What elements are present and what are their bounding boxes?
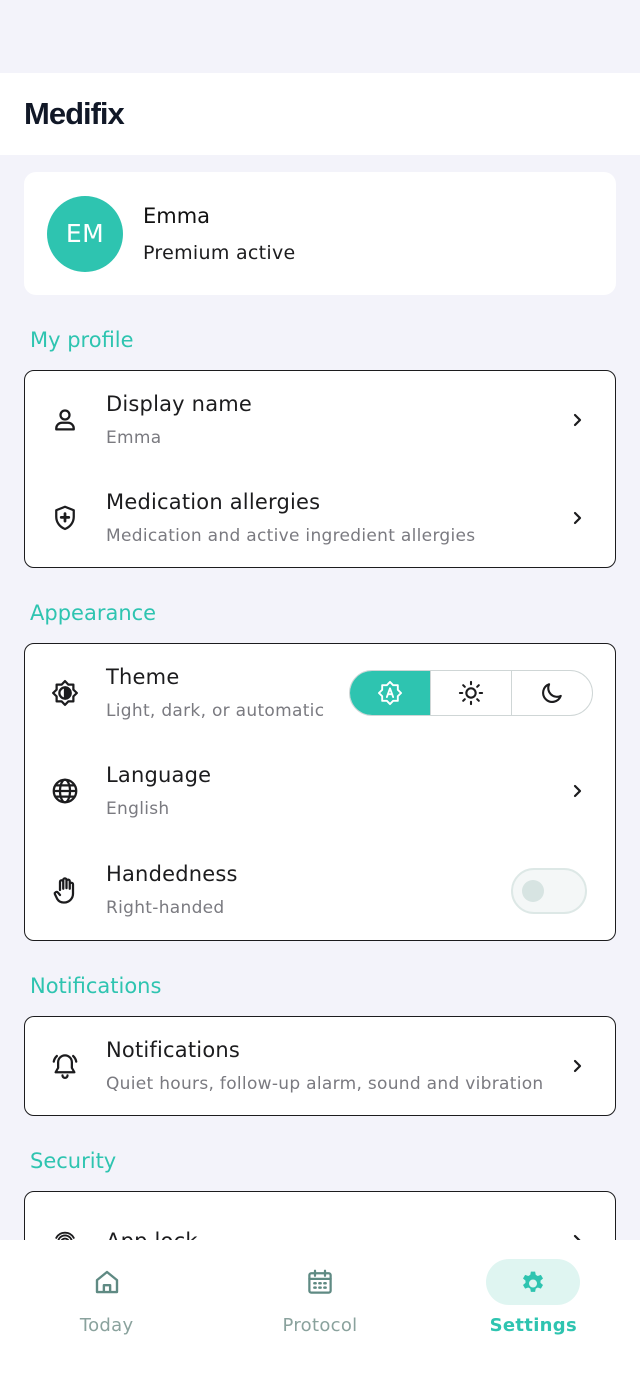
hand-icon xyxy=(48,873,82,907)
profile-name: Emma xyxy=(143,203,211,228)
profile-status: Premium active xyxy=(143,241,296,264)
language-row[interactable]: Language English xyxy=(25,742,615,840)
app-title: Medifix xyxy=(24,96,125,131)
chevron-right-icon xyxy=(567,1231,587,1240)
app-header: Medifix xyxy=(0,73,640,155)
medication-allergies-row[interactable]: Medication allergies Medication and acti… xyxy=(25,469,615,567)
globe-icon xyxy=(48,774,82,808)
profile-card[interactable]: EM Emma Premium active xyxy=(24,172,616,295)
calendar-icon xyxy=(308,1269,332,1294)
language-label: Language xyxy=(106,763,212,787)
brightness-icon xyxy=(48,676,82,710)
nav-today-pill xyxy=(60,1259,154,1305)
notifications-row[interactable]: Notifications Quiet hours, follow-up ala… xyxy=(25,1017,615,1115)
my-profile-group: Display name Emma Medication allergies M… xyxy=(24,370,616,568)
nav-today-label: Today xyxy=(79,1315,134,1336)
medication-allergies-sub: Medication and active ingredient allergi… xyxy=(106,526,476,546)
toggle-knob xyxy=(522,880,544,902)
nav-today[interactable]: Today xyxy=(0,1240,213,1391)
avatar: EM xyxy=(47,195,123,272)
security-group: App lock xyxy=(24,1191,616,1240)
notifications-label: Notifications xyxy=(106,1038,241,1062)
notifications-group: Notifications Quiet hours, follow-up ala… xyxy=(24,1016,616,1116)
moon-icon xyxy=(542,683,562,703)
app-lock-row[interactable]: App lock xyxy=(25,1192,615,1240)
chevron-right-icon xyxy=(567,410,587,430)
chevron-right-icon xyxy=(567,781,587,801)
handedness-toggle[interactable] xyxy=(511,868,587,914)
section-title-appearance: Appearance xyxy=(30,601,157,625)
home-icon xyxy=(95,1270,118,1294)
shield-plus-icon xyxy=(48,501,82,535)
display-name-row[interactable]: Display name Emma xyxy=(25,371,615,469)
bell-ring-icon xyxy=(48,1049,82,1083)
gear-icon xyxy=(523,1271,544,1292)
section-title-notifications: Notifications xyxy=(30,974,162,998)
bottom-navigation: Today Protocol Settings xyxy=(0,1240,640,1391)
settings-scroll-area[interactable]: EM Emma Premium active My profile Displa… xyxy=(0,155,640,1240)
display-name-label: Display name xyxy=(106,392,253,416)
handedness-row: Handedness Right-handed xyxy=(25,840,615,940)
nav-settings-pill xyxy=(486,1259,581,1305)
nav-protocol[interactable]: Protocol xyxy=(213,1240,426,1391)
section-title-security: Security xyxy=(30,1149,117,1173)
fingerprint-icon xyxy=(48,1224,82,1240)
app-lock-label: App lock xyxy=(106,1229,567,1240)
theme-auto-option[interactable] xyxy=(350,671,431,715)
section-title-my-profile: My profile xyxy=(30,328,134,352)
medication-allergies-label: Medication allergies xyxy=(106,490,321,514)
nav-protocol-pill xyxy=(273,1259,367,1305)
notifications-sub: Quiet hours, follow-up alarm, sound and … xyxy=(106,1074,544,1094)
chevron-right-icon xyxy=(567,508,587,528)
profile-text: Emma Premium active xyxy=(143,204,296,264)
person-icon xyxy=(48,403,82,437)
sun-icon xyxy=(458,680,484,706)
nav-settings-label: Settings xyxy=(489,1315,577,1336)
theme-dark-option[interactable] xyxy=(512,671,592,715)
nav-protocol-label: Protocol xyxy=(282,1315,358,1336)
theme-light-option[interactable] xyxy=(431,671,512,715)
chevron-right-icon xyxy=(567,1056,587,1076)
language-value: English xyxy=(106,799,170,819)
appearance-group: Theme Light, dark, or automatic Language… xyxy=(24,643,616,941)
theme-row: Theme Light, dark, or automatic xyxy=(25,644,615,742)
status-bar-area xyxy=(0,0,640,73)
theme-segmented-control xyxy=(349,670,593,716)
nav-settings[interactable]: Settings xyxy=(427,1240,640,1391)
display-name-value: Emma xyxy=(106,428,162,448)
auto-theme-icon xyxy=(377,680,403,706)
